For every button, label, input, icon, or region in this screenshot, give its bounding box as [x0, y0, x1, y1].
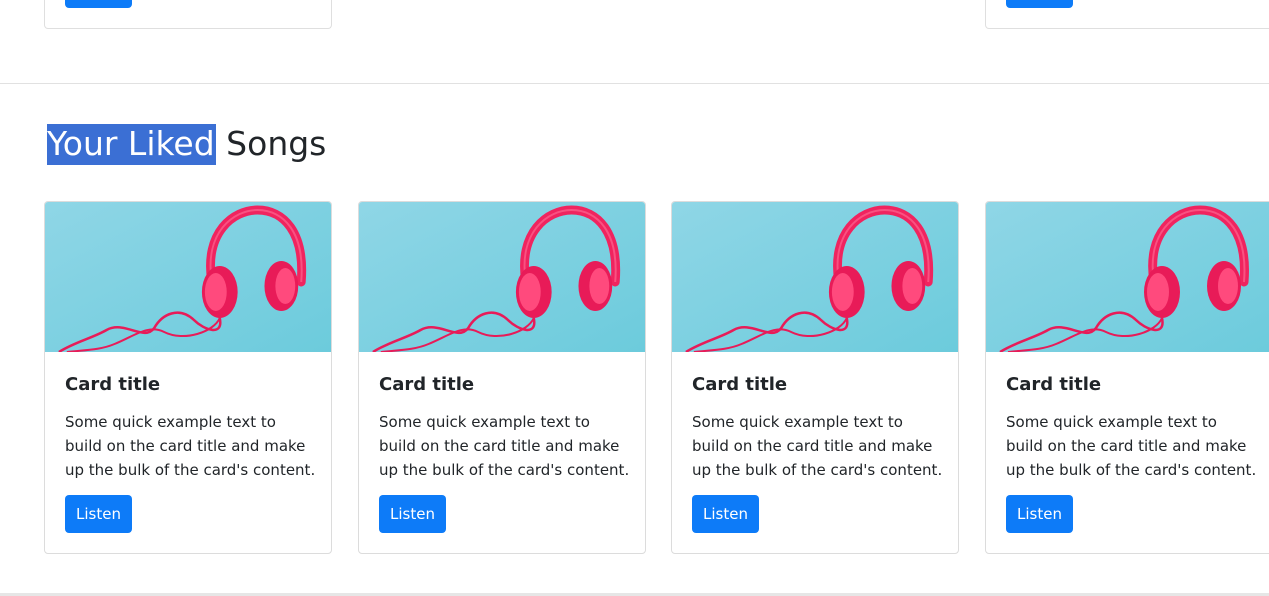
listen-button[interactable]: Listen [65, 495, 132, 533]
listen-button[interactable]: Listen [692, 495, 759, 533]
pink-headphones-image [359, 202, 645, 352]
card-text: Some quick example text to build on the … [692, 413, 943, 479]
previous-card-button[interactable] [1006, 0, 1073, 8]
previous-card-button[interactable] [65, 0, 132, 8]
card-title: Card title [1006, 374, 1102, 395]
card-title: Card title [379, 374, 475, 395]
pink-headphones-image [45, 202, 331, 352]
card-text: Some quick example text to build on the … [1006, 413, 1257, 479]
section-title-rest: Songs [215, 124, 327, 163]
selected-text: Your Liked [47, 124, 216, 165]
pink-headphones-image [986, 202, 1269, 352]
card-title: Card title [65, 374, 161, 395]
section-divider [0, 83, 1269, 84]
song-card: Card title Some quick example text to bu… [671, 201, 959, 554]
section-title: Your Liked Songs [47, 124, 327, 165]
card-text: Some quick example text to build on the … [65, 413, 316, 479]
previous-card-right [985, 0, 1269, 29]
previous-card-left [44, 0, 332, 29]
pink-headphones-image [672, 202, 958, 352]
card-title: Card title [692, 374, 788, 395]
song-card: Card title Some quick example text to bu… [358, 201, 646, 554]
listen-button[interactable]: Listen [1006, 495, 1073, 533]
song-card: Card title Some quick example text to bu… [985, 201, 1269, 554]
card-text: Some quick example text to build on the … [379, 413, 630, 479]
listen-button[interactable]: Listen [379, 495, 446, 533]
song-card: Card title Some quick example text to bu… [44, 201, 332, 554]
